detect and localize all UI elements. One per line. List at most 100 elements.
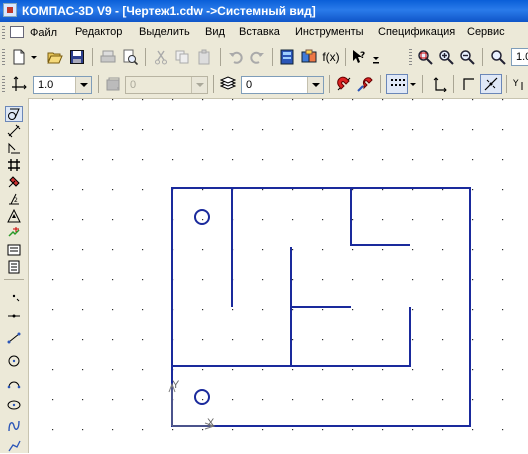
geometry-panel-button[interactable] bbox=[5, 106, 23, 122]
menu-editor[interactable]: Редактор bbox=[75, 26, 122, 38]
ortho-button[interactable] bbox=[429, 74, 449, 94]
toolbar-grip[interactable] bbox=[2, 49, 5, 65]
scale-combo[interactable]: 1.0 bbox=[33, 76, 92, 94]
paste-button[interactable] bbox=[194, 47, 214, 67]
grid-dot bbox=[412, 159, 414, 161]
chevron-down-icon[interactable] bbox=[307, 77, 323, 93]
library-icon bbox=[301, 49, 317, 63]
grid-dot bbox=[382, 219, 384, 221]
open-button[interactable] bbox=[45, 47, 65, 67]
new-document-dropdown[interactable] bbox=[29, 47, 39, 67]
menu-insert[interactable]: Вставка bbox=[239, 26, 280, 38]
menu-grip[interactable] bbox=[2, 26, 5, 40]
local-cs-button[interactable] bbox=[9, 74, 29, 94]
cursor-coordinates-button[interactable]: Y bbox=[510, 74, 528, 94]
help-button[interactable]: ? bbox=[349, 47, 369, 67]
print-preview-button[interactable] bbox=[120, 47, 140, 67]
grid-dot bbox=[442, 429, 444, 431]
grid-dot bbox=[472, 189, 474, 191]
drawing-canvas[interactable]: Y X bbox=[29, 99, 528, 453]
grid-button[interactable] bbox=[386, 74, 408, 94]
grid-dot bbox=[112, 159, 114, 161]
perpendicular-button[interactable] bbox=[458, 74, 478, 94]
zoom-scale-button[interactable] bbox=[488, 47, 508, 67]
toolbar-grip[interactable] bbox=[409, 49, 412, 65]
ellipse-button[interactable] bbox=[5, 397, 23, 413]
chevron-down-icon[interactable] bbox=[75, 77, 91, 93]
spec-panel-button[interactable] bbox=[5, 225, 23, 241]
toolbar-grip[interactable] bbox=[2, 76, 5, 92]
snap-mode-button[interactable] bbox=[355, 74, 375, 94]
segment-button[interactable] bbox=[5, 330, 23, 346]
grid-dot bbox=[352, 339, 354, 341]
undo-button[interactable] bbox=[226, 47, 246, 67]
grid-dot bbox=[472, 399, 474, 401]
grid-dot bbox=[292, 309, 294, 311]
menu-file[interactable]: Файл bbox=[10, 26, 57, 39]
grid-dot bbox=[322, 309, 324, 311]
contour-icon bbox=[8, 440, 21, 452]
grid-dot bbox=[472, 339, 474, 341]
layers-button[interactable] bbox=[218, 74, 238, 94]
copy-button[interactable] bbox=[172, 47, 192, 67]
grid-dot bbox=[262, 159, 264, 161]
axis-y-label: Y bbox=[172, 379, 180, 391]
document-icon bbox=[10, 26, 24, 38]
drawing-svg[interactable]: Y X bbox=[29, 99, 528, 453]
chevron-down-icon[interactable] bbox=[191, 77, 207, 93]
menu-select[interactable]: Выделить bbox=[139, 26, 190, 38]
contour-button[interactable] bbox=[5, 438, 23, 454]
auxiliary-line-button[interactable] bbox=[5, 308, 23, 324]
cut-button[interactable] bbox=[151, 47, 171, 67]
grid-dot bbox=[52, 399, 54, 401]
parametrization-panel-button[interactable] bbox=[5, 174, 23, 190]
library-button[interactable] bbox=[299, 47, 319, 67]
spline-button[interactable] bbox=[5, 418, 23, 434]
designations-panel-button[interactable] bbox=[5, 140, 23, 156]
round-off-button[interactable] bbox=[480, 74, 502, 94]
grid-dot bbox=[292, 399, 294, 401]
point-tool-button[interactable] bbox=[5, 288, 23, 304]
manager-button[interactable] bbox=[277, 47, 297, 67]
grid-dot bbox=[382, 189, 384, 191]
select-panel-button[interactable] bbox=[5, 208, 23, 224]
save-button[interactable] bbox=[67, 47, 87, 67]
undo-icon bbox=[229, 51, 243, 64]
axis-x-label: X bbox=[207, 417, 215, 429]
menu-specification[interactable]: Спецификация bbox=[378, 26, 455, 38]
grid-dot bbox=[412, 309, 414, 311]
zoom-combo[interactable]: 1.0 bbox=[511, 48, 528, 66]
reports-panel-button[interactable] bbox=[5, 242, 23, 258]
grid-dot bbox=[442, 219, 444, 221]
grid-dot bbox=[382, 399, 384, 401]
menu-tools[interactable]: Инструменты bbox=[295, 26, 364, 38]
grid-dot bbox=[322, 279, 324, 281]
menu-service[interactable]: Сервис bbox=[467, 26, 505, 38]
grid-dot bbox=[112, 429, 114, 431]
dimensions-panel-button[interactable] bbox=[5, 123, 23, 139]
grid-dot bbox=[202, 279, 204, 281]
new-document-button[interactable] bbox=[9, 47, 29, 67]
grid-dropdown[interactable] bbox=[408, 74, 418, 94]
grid-dot bbox=[502, 189, 504, 191]
grid-dot bbox=[502, 249, 504, 251]
toolbar-overflow-button[interactable] bbox=[371, 49, 381, 69]
redo-button[interactable] bbox=[247, 47, 267, 67]
variables-button[interactable]: f(x) bbox=[320, 47, 342, 67]
circle-button[interactable] bbox=[5, 353, 23, 369]
grid-dot bbox=[292, 99, 294, 101]
style-button[interactable] bbox=[103, 74, 123, 94]
print-button[interactable] bbox=[98, 47, 118, 67]
arc-button[interactable] bbox=[5, 375, 23, 391]
zoom-out-button[interactable] bbox=[457, 47, 477, 67]
editing-panel-button[interactable] bbox=[5, 157, 23, 173]
menu-view[interactable]: Вид bbox=[205, 26, 225, 38]
zoom-in-button[interactable] bbox=[436, 47, 456, 67]
view-number-combo[interactable]: 0 bbox=[125, 76, 208, 94]
insert-panel-button[interactable] bbox=[5, 259, 23, 275]
measure-panel-button[interactable]: 2 bbox=[5, 191, 23, 207]
zoom-window-button[interactable] bbox=[415, 47, 435, 67]
layer-combo[interactable]: 0 bbox=[241, 76, 324, 94]
zoom-value: 1.0 bbox=[516, 51, 528, 63]
snap-settings-button[interactable] bbox=[334, 74, 354, 94]
